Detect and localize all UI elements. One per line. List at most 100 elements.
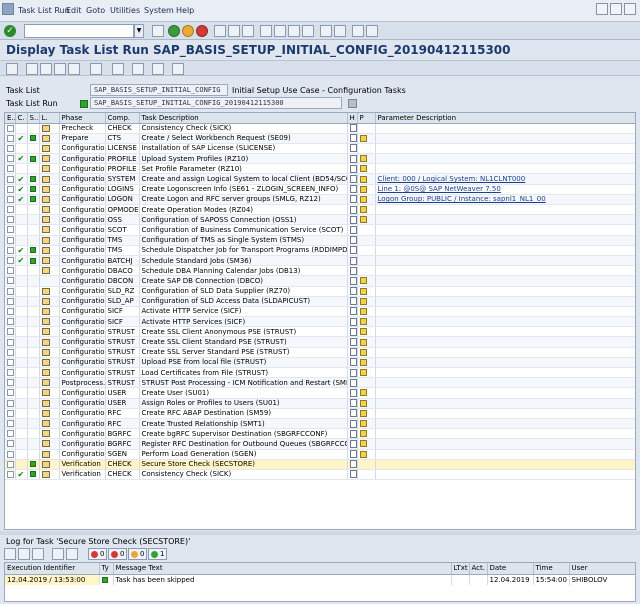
help-cell[interactable]: [347, 214, 358, 226]
task-description-cell[interactable]: Schedule Standard Jobs (SM36): [139, 255, 348, 267]
status-cell[interactable]: [27, 224, 40, 236]
log-cell[interactable]: [39, 326, 60, 338]
parameter-description-cell[interactable]: [375, 204, 635, 216]
status-cell[interactable]: [27, 286, 40, 297]
parameter-description-cell[interactable]: [375, 387, 635, 399]
table-row[interactable]: ✔ Configuration LOGINS Create Logonscreen I…: [5, 184, 635, 195]
status-cell[interactable]: [27, 306, 40, 318]
task-log-icon[interactable]: [41, 470, 50, 478]
task-description-cell[interactable]: Upload System Profiles (RZ10): [139, 153, 348, 165]
comp-cell[interactable]: LOGINS: [105, 184, 140, 195]
phase-cell[interactable]: Verification: [59, 459, 106, 470]
table-row[interactable]: Configuration BGRFC Register RFC Destinati…: [5, 438, 635, 450]
col-comp[interactable]: Comp.: [105, 113, 140, 124]
help-cell[interactable]: [347, 316, 358, 328]
help-cell[interactable]: [347, 153, 358, 165]
table-row[interactable]: Configuration STRUST Create SSL Server Sta…: [5, 347, 635, 358]
task-description-cell[interactable]: Create and assign Logical System to loca…: [139, 173, 348, 185]
back-icon[interactable]: [168, 25, 180, 37]
documentation-icon[interactable]: [349, 215, 356, 224]
phase-cell[interactable]: Configuration: [59, 235, 106, 246]
log-cell[interactable]: [39, 316, 60, 328]
parameter-icon[interactable]: [359, 389, 367, 397]
checkbox-icon[interactable]: [7, 287, 14, 295]
comp-cell[interactable]: SGEN: [105, 449, 140, 460]
parameter-description-cell[interactable]: [375, 224, 635, 236]
parameter-icon[interactable]: [359, 399, 367, 407]
parameter-icon[interactable]: [359, 155, 367, 163]
task-log-icon[interactable]: [41, 450, 50, 458]
status-cell[interactable]: [27, 377, 40, 389]
task-description-cell[interactable]: Activate HTTP Services (SICF): [139, 316, 348, 328]
task-description-cell[interactable]: Set Profile Parameter (RZ10): [139, 163, 348, 175]
export-icon[interactable]: [172, 63, 184, 75]
param-cell[interactable]: [357, 214, 376, 226]
task-log-icon[interactable]: [41, 440, 50, 448]
help-cell[interactable]: [347, 255, 358, 267]
log-message[interactable]: Task has been skipped: [113, 574, 452, 585]
details-icon[interactable]: [4, 548, 16, 560]
table-row[interactable]: Configuration STRUST Load Certificates fro…: [5, 367, 635, 379]
status-cell[interactable]: [27, 398, 40, 409]
documentation-icon[interactable]: [349, 327, 356, 336]
table-row[interactable]: Configuration SGEN Perform Load Generation…: [5, 449, 635, 460]
col-parameter-description[interactable]: Parameter Description: [375, 113, 635, 124]
status-cell[interactable]: [27, 265, 40, 277]
confirm-cell[interactable]: ✔: [15, 173, 28, 185]
phase-cell[interactable]: Configuration: [59, 357, 106, 369]
comp-cell[interactable]: CTS: [105, 133, 140, 144]
table-row[interactable]: Configuration SICF Activate HTTP Services …: [5, 316, 635, 328]
comp-cell[interactable]: CHECK: [105, 459, 140, 470]
previous-page-icon[interactable]: [274, 25, 286, 37]
log-cell[interactable]: [39, 235, 60, 246]
documentation-icon[interactable]: [349, 409, 356, 418]
close-icon[interactable]: [624, 3, 636, 15]
table-row[interactable]: Configuration SCOT Configuration of Busine…: [5, 224, 635, 236]
layout-icon[interactable]: [366, 25, 378, 37]
confirm-cell[interactable]: [15, 449, 28, 460]
execute-checkbox[interactable]: [5, 265, 16, 277]
log-ltxt[interactable]: [451, 574, 470, 585]
checkbox-icon[interactable]: [7, 409, 14, 417]
parameter-description-cell[interactable]: [375, 326, 635, 338]
log-cell[interactable]: [39, 184, 60, 195]
status-cell[interactable]: [27, 357, 40, 369]
param-cell[interactable]: [357, 367, 376, 379]
col-c[interactable]: C.: [15, 113, 28, 124]
log-time[interactable]: 15:54:00: [533, 574, 570, 585]
parameter-icon[interactable]: [359, 216, 367, 224]
log-cell[interactable]: [39, 275, 60, 287]
phase-cell[interactable]: Configuration: [59, 408, 106, 419]
parameter-description-cell[interactable]: [375, 255, 635, 267]
table-row[interactable]: Configuration OSS Configuration of SAPOSS …: [5, 214, 635, 226]
log-cell[interactable]: [39, 367, 60, 379]
menu-utilities[interactable]: Utilities: [110, 6, 140, 15]
checkbox-icon[interactable]: [7, 267, 14, 275]
task-description-cell[interactable]: Create User (SU01): [139, 387, 348, 399]
param-cell[interactable]: [357, 316, 376, 328]
log-date[interactable]: 12.04.2019: [487, 574, 534, 585]
parameter-description-cell[interactable]: [375, 336, 635, 348]
minimize-icon[interactable]: [596, 3, 608, 15]
parameter-icon[interactable]: [359, 318, 367, 326]
documentation-icon[interactable]: [349, 246, 356, 255]
new-session-icon[interactable]: [320, 25, 332, 37]
task-description-cell[interactable]: Configuration of SAPOSS Connection (OSS1…: [139, 214, 348, 226]
parameter-description-cell[interactable]: [375, 418, 635, 430]
param-cell[interactable]: [357, 275, 376, 287]
comp-cell[interactable]: STRUST: [105, 336, 140, 348]
confirm-cell[interactable]: [15, 347, 28, 358]
parameter-description-cell[interactable]: [375, 459, 635, 470]
status-cell[interactable]: [27, 153, 40, 165]
col-phase[interactable]: Phase: [59, 113, 106, 124]
execute-checkbox[interactable]: [5, 428, 16, 440]
task-description-cell[interactable]: Configuration of Business Communication …: [139, 224, 348, 236]
log-user[interactable]: SHIBOLOV: [569, 574, 635, 585]
param-cell[interactable]: [357, 326, 376, 338]
parameter-description-cell[interactable]: [375, 469, 635, 481]
execute-checkbox[interactable]: [5, 296, 16, 307]
comp-cell[interactable]: PROFILE: [105, 163, 140, 175]
log-icon[interactable]: [68, 63, 80, 75]
log-execution-id[interactable]: 12.04.2019 / 13:53:00: [5, 574, 100, 585]
task-description-cell[interactable]: Create RFC ABAP Destination (SM59): [139, 408, 348, 419]
